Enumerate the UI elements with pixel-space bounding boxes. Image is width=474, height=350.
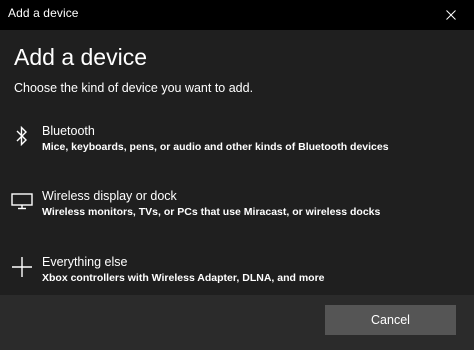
option-wireless-display[interactable]: Wireless display or dock Wireless monito… [0, 189, 474, 229]
add-device-dialog: Add a device Add a device Choose the kin… [0, 0, 474, 350]
monitor-icon [10, 189, 34, 213]
option-title: Wireless display or dock [42, 189, 177, 203]
option-title: Bluetooth [42, 124, 95, 138]
option-description: Mice, keyboards, pens, or audio and othe… [42, 141, 389, 153]
dialog-footer: Cancel [0, 295, 474, 350]
page-subtitle: Choose the kind of device you want to ad… [14, 81, 254, 95]
page-title: Add a device [14, 44, 147, 70]
option-bluetooth[interactable]: Bluetooth Mice, keyboards, pens, or audi… [0, 124, 474, 164]
option-description: Wireless monitors, TVs, or PCs that use … [42, 206, 381, 218]
cancel-button[interactable]: Cancel [325, 305, 456, 335]
plus-icon [10, 255, 34, 279]
bluetooth-icon [10, 124, 34, 148]
option-description: Xbox controllers with Wireless Adapter, … [42, 272, 325, 284]
window-title: Add a device [8, 6, 79, 20]
option-everything-else[interactable]: Everything else Xbox controllers with Wi… [0, 255, 474, 295]
close-icon [446, 10, 456, 20]
option-title: Everything else [42, 255, 128, 269]
title-bar: Add a device [0, 0, 474, 30]
close-button[interactable] [428, 0, 474, 30]
